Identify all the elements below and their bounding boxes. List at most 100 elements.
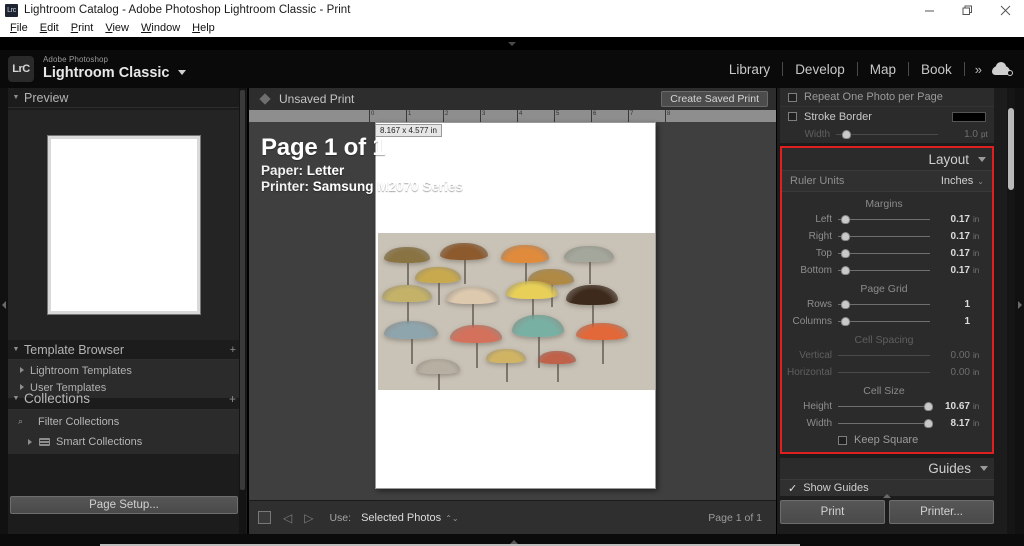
right-panel-collapse-handle[interactable] (1015, 88, 1024, 534)
stroke-border-checkbox[interactable] (788, 112, 797, 121)
collection-item-smart[interactable]: Smart Collections (8, 432, 240, 452)
identity-big-line: Lightroom Classic (43, 64, 170, 81)
lightroom-logo-icon[interactable]: LrC (8, 56, 34, 82)
module-book[interactable]: Book (909, 62, 964, 77)
stroke-width-track[interactable] (836, 130, 938, 139)
margin-right-row[interactable]: Right 0.17 in (782, 228, 986, 245)
collection-item-label: Smart Collections (56, 436, 143, 448)
module-develop[interactable]: Develop (783, 62, 857, 77)
close-icon[interactable] (986, 0, 1024, 20)
margin-right-value[interactable]: 0.17 (936, 231, 970, 242)
margin-bottom-knob[interactable] (840, 266, 850, 275)
cell-height-row[interactable]: Height 10.67 in (782, 398, 986, 415)
grid-columns-row[interactable]: Columns 1 (782, 313, 986, 330)
previous-page-icon[interactable]: ◁ (283, 511, 292, 525)
menu-window[interactable]: Window (135, 20, 186, 37)
menu-print[interactable]: Print (65, 20, 100, 37)
margin-left-track[interactable] (838, 215, 930, 224)
cloud-sync-icon[interactable] (992, 61, 1014, 77)
minimize-icon[interactable] (910, 0, 948, 20)
left-panel-scrollbar[interactable] (239, 88, 246, 534)
margin-bottom-row[interactable]: Bottom 0.17 in (782, 262, 986, 279)
template-browser-header[interactable]: ▼ Template Browser + (8, 340, 240, 360)
margin-top-value[interactable]: 0.17 (936, 248, 970, 259)
collections-title: Collections (24, 391, 91, 406)
stroke-width-slider-row[interactable]: Width 1.0 pt (780, 126, 994, 143)
margin-bottom-track[interactable] (838, 266, 930, 275)
identity-plate[interactable]: Adobe Photoshop Lightroom Classic (43, 56, 186, 81)
margin-right-track[interactable] (838, 232, 930, 241)
left-scrollbar-thumb[interactable] (240, 90, 245, 490)
margin-top-knob[interactable] (840, 249, 850, 258)
margin-bottom-value[interactable]: 0.17 (936, 265, 970, 276)
stroke-width-value[interactable]: 1.0 (944, 129, 978, 140)
guides-panel-header[interactable]: Guides (780, 458, 994, 480)
collections-header[interactable]: ▼ Collections + (8, 388, 240, 410)
template-item-lightroom[interactable]: Lightroom Templates (8, 362, 240, 379)
printer-button[interactable]: Printer... (889, 500, 994, 524)
page-setup-button[interactable]: Page Setup... (10, 496, 238, 514)
top-panel-collapse-strip[interactable] (0, 37, 1024, 50)
cell-width-row[interactable]: Width 8.17 in (782, 415, 986, 432)
create-saved-print-button[interactable]: Create Saved Print (661, 91, 768, 107)
umbrella-canopy (446, 287, 498, 304)
cell-width-track[interactable] (838, 419, 933, 428)
grid-columns-track[interactable] (838, 317, 930, 326)
module-overflow-icon[interactable]: » (965, 62, 990, 77)
preview-panel-header[interactable]: ▼ Preview (8, 88, 240, 108)
cell-height-track[interactable] (838, 402, 933, 411)
chevron-down-icon[interactable] (177, 69, 186, 75)
grid-columns-knob[interactable] (840, 317, 850, 326)
margin-top-track[interactable] (838, 249, 930, 258)
stroke-width-knob[interactable] (842, 130, 852, 139)
menu-file[interactable]: File (4, 20, 34, 37)
margin-left-knob[interactable] (840, 215, 850, 224)
grid-rows-value[interactable]: 1 (936, 299, 970, 310)
grid-view-icon[interactable] (258, 511, 271, 524)
margin-left-row[interactable]: Left 0.17 in (782, 211, 986, 228)
stroke-color-swatch[interactable] (952, 111, 986, 122)
repeat-one-photo-row[interactable]: Repeat One Photo per Page (780, 88, 994, 107)
right-panel-scrollbar[interactable] (1007, 88, 1015, 534)
filter-collections-row[interactable]: ⌕ Filter Collections (8, 412, 240, 432)
print-button[interactable]: Print (780, 500, 885, 524)
cell-width-value[interactable]: 8.17 (936, 418, 970, 429)
bottom-collapse-caret-icon[interactable] (510, 540, 518, 544)
page-canvas[interactable]: 8.167 x 4.577 in Page 1 of 1 Paper: Lett… (249, 122, 776, 500)
cell-height-value[interactable]: 10.67 (936, 401, 970, 412)
umbrella-canopy (440, 243, 488, 260)
menu-help[interactable]: Help (186, 20, 221, 37)
right-scrollbar-thumb[interactable] (1008, 108, 1014, 190)
module-map[interactable]: Map (858, 62, 908, 77)
margin-right-knob[interactable] (840, 232, 850, 241)
cell-width-knob[interactable] (923, 419, 933, 428)
ruler-units-value[interactable]: Inches (941, 175, 973, 187)
umbrellas-photo[interactable] (378, 233, 655, 390)
show-guides-checkbox[interactable]: ✓ (788, 482, 797, 495)
module-library[interactable]: Library (717, 62, 782, 77)
menu-view[interactable]: View (99, 20, 135, 37)
next-page-icon[interactable]: ▷ (304, 511, 313, 525)
right-panel-collapse-caret-icon[interactable] (883, 494, 891, 498)
menu-file-rest: ile (16, 22, 28, 34)
grid-rows-track[interactable] (838, 300, 930, 309)
twirl-down-icon[interactable] (980, 466, 988, 471)
grid-columns-value[interactable]: 1 (936, 316, 970, 327)
stroke-border-row[interactable]: Stroke Border (780, 107, 994, 126)
twirl-down-icon[interactable] (978, 156, 986, 162)
restore-icon[interactable] (948, 0, 986, 20)
menu-edit[interactable]: Edit (34, 20, 65, 37)
margin-top-row[interactable]: Top 0.17 in (782, 245, 986, 262)
collections-list: ⌕ Filter Collections Smart Collections (8, 410, 240, 454)
keep-square-checkbox[interactable] (838, 435, 847, 445)
ruler-units-row[interactable]: Ruler Units Inches ⌄ (782, 171, 992, 192)
repeat-one-photo-checkbox[interactable] (788, 92, 797, 102)
use-photos-dropdown[interactable]: Selected Photos ⌃⌄ (361, 512, 459, 524)
grid-rows-knob[interactable] (840, 300, 850, 309)
keep-square-row[interactable]: Keep Square (782, 432, 986, 448)
grid-rows-row[interactable]: Rows 1 (782, 296, 986, 313)
layout-panel-header[interactable]: Layout (782, 148, 992, 171)
left-panel-collapse-handle[interactable] (0, 88, 8, 534)
cell-height-knob[interactable] (923, 402, 933, 411)
margin-left-value[interactable]: 0.17 (936, 214, 970, 225)
